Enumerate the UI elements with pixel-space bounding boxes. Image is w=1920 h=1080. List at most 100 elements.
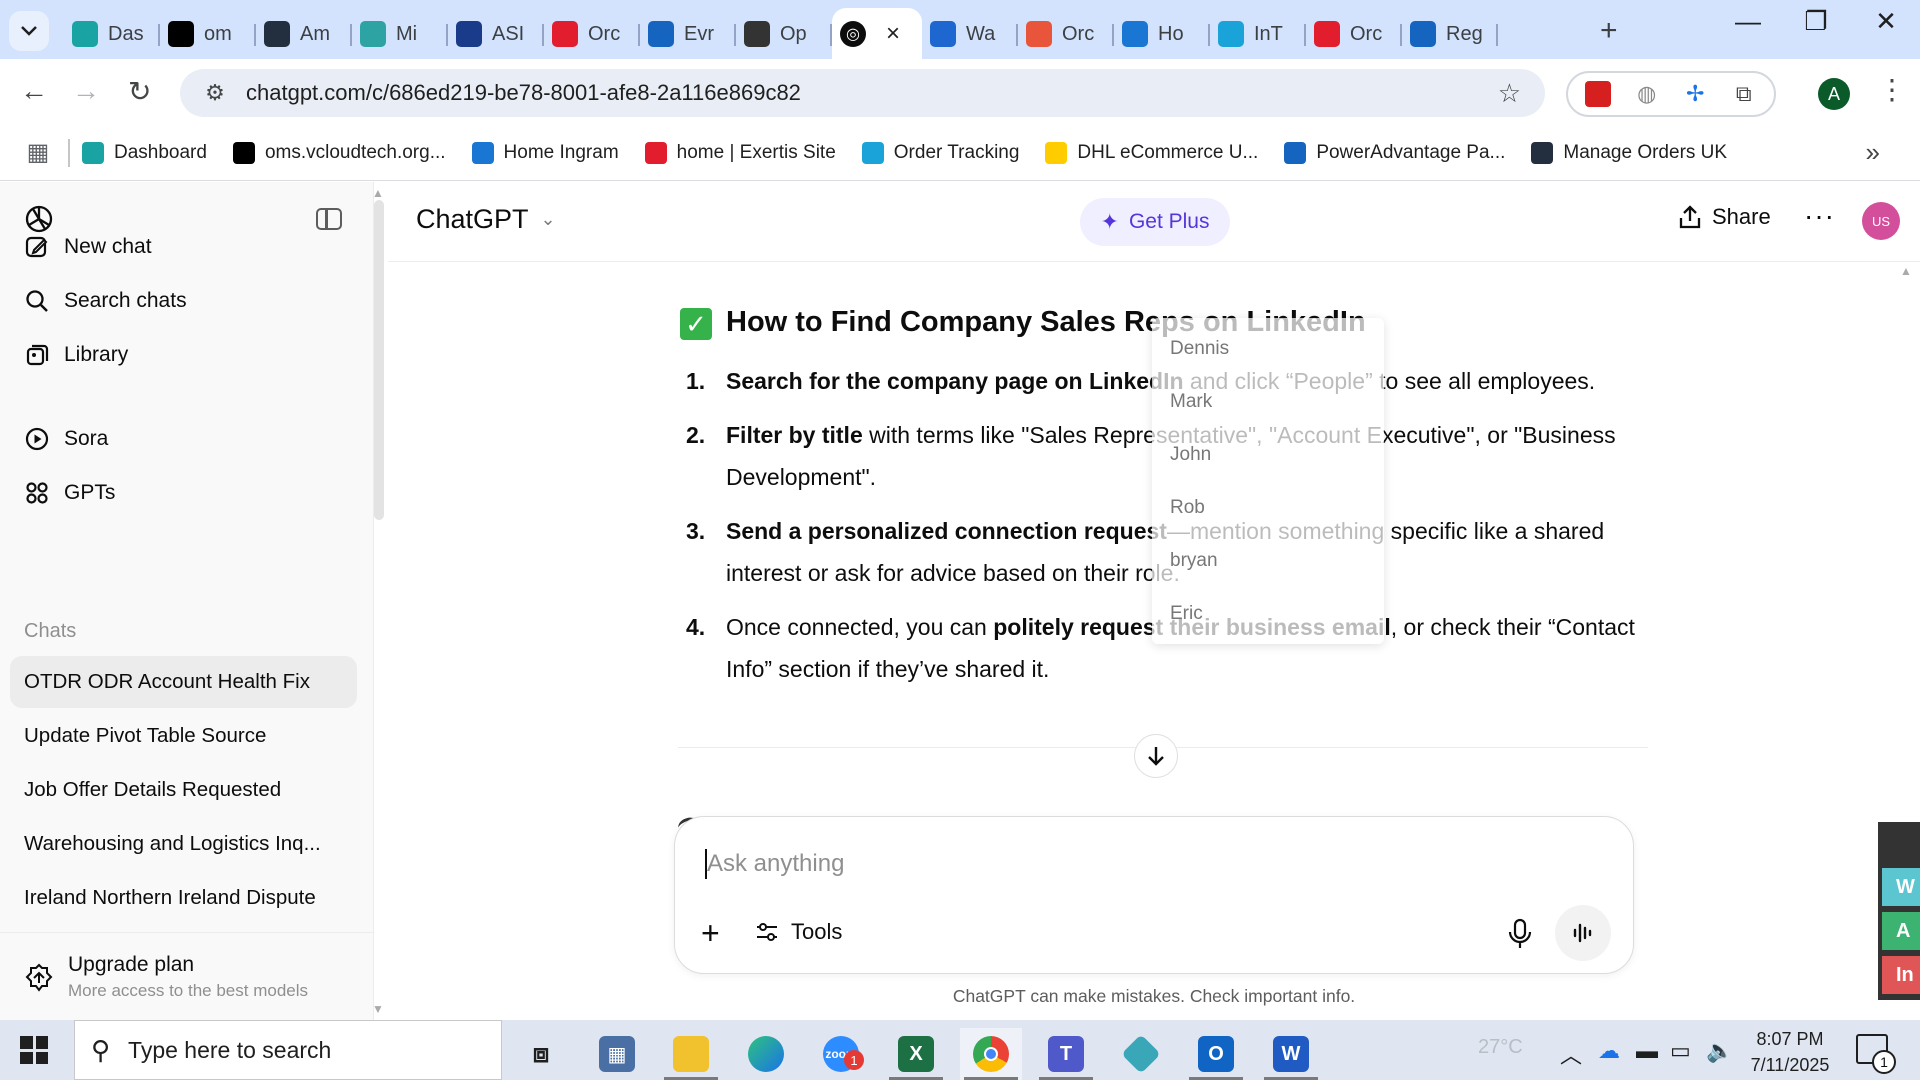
volume-icon[interactable]: 🔈 [1706,1038,1733,1064]
bookmark-item[interactable]: oms.vcloudtech.org... [232,141,446,164]
word-icon[interactable]: W [1260,1028,1322,1080]
browser-tab[interactable]: Orc [544,12,640,56]
sidebar-item-search-chats[interactable]: Search chats [22,286,187,316]
share-button[interactable]: Share [1678,204,1771,230]
autocomplete-option[interactable]: Mark [1170,391,1212,413]
chat-item[interactable]: Warehousing and Logistics Inq... [10,818,357,870]
chrome-icon[interactable] [960,1028,1022,1080]
browser-tab-active[interactable]: ◎ × [832,8,922,59]
browser-tab[interactable]: Mi [352,12,448,56]
autocomplete-option[interactable]: John [1170,444,1211,466]
calculator-icon[interactable]: ▦ [586,1028,648,1080]
onedrive-icon[interactable]: ☁ [1598,1038,1620,1064]
voice-mode-button[interactable] [1555,905,1611,961]
browser-tab[interactable]: InT [1210,12,1306,56]
bookmark-star-icon[interactable]: ☆ [1498,78,1521,109]
minimize-icon[interactable]: — [1718,6,1778,37]
zoom-icon[interactable]: zoom 1 [810,1028,872,1080]
bookmark-item[interactable]: Dashboard [82,141,207,164]
side-widget-tab[interactable]: A [1882,912,1920,950]
bookmark-item[interactable]: PowerAdvantage Pa... [1284,141,1505,164]
browser-tab[interactable]: ASI [448,12,544,56]
url-text[interactable]: chatgpt.com/c/686ed219-be78-8001-afe8-2a… [246,80,801,106]
weather-widget[interactable]: 27°C [1478,1036,1523,1059]
task-view-icon[interactable]: ⧈ [510,1028,572,1080]
page-scroll-up-icon[interactable]: ▲ [1900,264,1912,278]
browser-tab[interactable]: Reg [1402,12,1498,56]
profile-avatar[interactable]: A [1818,78,1850,110]
address-bar[interactable]: ⚙ chatgpt.com/c/686ed219-be78-8001-afe8-… [180,69,1545,117]
teams-icon[interactable]: T [1035,1028,1097,1080]
system-clock[interactable]: 8:07 PM 7/11/2025 [1740,1026,1840,1078]
attach-plus-icon[interactable]: + [701,915,720,952]
apps-grid-icon[interactable]: ▦ [8,138,68,167]
sidebar-scrollbar[interactable] [374,200,384,520]
chat-item[interactable]: OTDR ODR Account Health Fix [10,656,357,708]
close-window-icon[interactable]: ✕ [1856,6,1916,37]
side-widget-tab[interactable]: W [1882,868,1920,906]
browser-tab[interactable]: Op [736,12,832,56]
sidebar-item-new-chat[interactable]: New chat [22,232,152,262]
globe-extension-icon[interactable]: ◍ [1633,80,1661,108]
microphone-icon[interactable] [1505,917,1535,951]
model-selector[interactable]: ChatGPT ⌄ [416,204,556,235]
pdf-extension-icon[interactable] [1584,80,1612,108]
sidebar-item-library[interactable]: Library [22,340,128,370]
browser-tab[interactable]: Orc [1018,12,1114,56]
browser-tab[interactable]: Das [64,12,160,56]
sidebar-item-gpts[interactable]: GPTs [22,478,115,508]
close-tab-icon[interactable]: × [886,20,900,48]
user-avatar[interactable]: US [1862,202,1900,240]
puzzle-extension-icon[interactable]: ✢ [1681,80,1709,108]
bookmarks-overflow-icon[interactable]: » [1866,137,1880,168]
chat-item[interactable]: Job Offer Details Requested [10,764,357,816]
autocomplete-option[interactable]: Dennis [1170,338,1229,360]
bookmark-item[interactable]: home | Exertis Site [644,141,836,164]
autocomplete-option[interactable]: Eric [1170,603,1203,625]
get-plus-button[interactable]: ✦ Get Plus [1080,198,1230,246]
restore-icon[interactable]: ❐ [1786,6,1846,37]
browser-tab[interactable]: Am [256,12,352,56]
tab-search-button[interactable] [9,11,49,51]
tools-button[interactable]: Tools [755,919,842,945]
bookmark-item[interactable]: Manage Orders UK [1531,141,1727,164]
browser-menu-icon[interactable]: ⋮ [1878,73,1906,106]
upgrade-plan-button[interactable]: Upgrade plan More access to the best mod… [0,932,374,1020]
taskbar-search-box[interactable]: ⚲ Type here to search [74,1020,502,1080]
bookmark-item[interactable]: DHL eCommerce U... [1045,141,1258,164]
windows-start-icon[interactable] [20,1036,48,1064]
browser-tab[interactable]: Ho [1114,12,1210,56]
network-icon[interactable]: ▭ [1670,1038,1691,1064]
scroll-to-bottom-button[interactable] [1134,734,1178,778]
more-options-icon[interactable]: ··· [1804,200,1835,232]
autocomplete-option[interactable]: bryan [1170,550,1218,572]
vpn-app-icon[interactable] [1110,1028,1172,1080]
prompt-input[interactable] [707,843,1587,885]
file-explorer-icon[interactable] [660,1028,722,1080]
battery-icon[interactable]: ▬ [1636,1038,1658,1064]
bookmark-item[interactable]: Home Ingram [471,141,619,164]
sidebar-item-sora[interactable]: Sora [22,424,108,454]
side-widget-tab[interactable]: In [1882,956,1920,994]
tray-overflow-icon[interactable]: ︿ [1560,1038,1582,1070]
scroll-up-arrow-icon[interactable]: ▲ [372,186,384,200]
browser-tab[interactable]: om [160,12,256,56]
autocomplete-option[interactable]: Rob [1170,497,1205,519]
browser-tab[interactable]: Evr [640,12,736,56]
scroll-down-arrow-icon[interactable]: ▼ [372,1002,384,1016]
browser-tab[interactable]: Wa [922,12,1018,56]
back-icon[interactable]: ← [20,75,48,107]
forward-icon[interactable]: → [72,75,100,107]
bookmark-item[interactable]: Order Tracking [861,141,1019,164]
openai-logo-icon[interactable] [22,202,56,236]
new-tab-button[interactable]: + [1600,14,1618,48]
browser-tab[interactable]: Orc [1306,12,1402,56]
reload-icon[interactable]: ↻ [128,75,151,108]
sidebar-toggle-icon[interactable] [316,208,342,230]
edge-icon[interactable] [735,1028,797,1080]
site-settings-icon[interactable]: ⚙ [190,80,240,106]
extensions-icon[interactable]: ⧉ [1730,80,1758,108]
chat-item[interactable]: Update Pivot Table Source [10,710,357,762]
outlook-icon[interactable]: O [1185,1028,1247,1080]
chat-item[interactable]: Ireland Northern Ireland Dispute [10,872,357,924]
